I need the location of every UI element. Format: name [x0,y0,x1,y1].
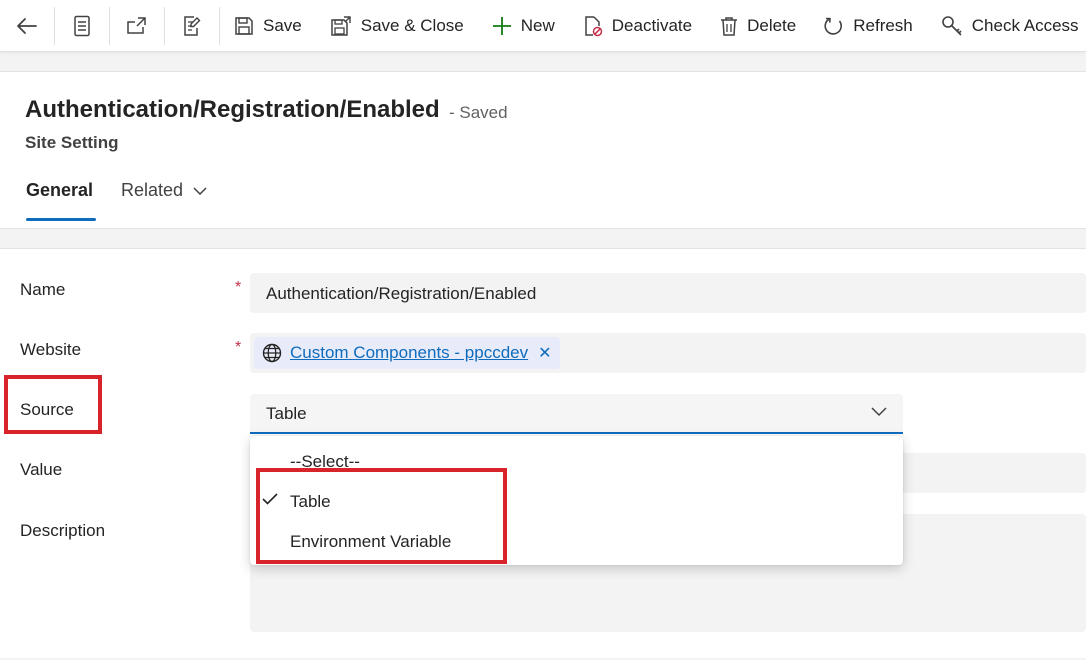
edit-form-button[interactable] [165,0,219,51]
website-link[interactable]: Custom Components - ppccdev [290,343,528,363]
save-button[interactable]: Save [220,0,316,51]
name-value: Authentication/Registration/Enabled [266,284,537,303]
website-lookup-tag: Custom Components - ppccdev ✕ [254,337,560,369]
check-access-label: Check Access [971,15,1079,35]
tab-related[interactable]: Related [121,180,207,201]
value-label: Value [20,460,63,479]
required-indicator: * [235,339,242,356]
deactivate-label: Deactivate [611,15,693,35]
record-title: Authentication/Registration/Enabled [25,96,440,123]
selected-tab-indicator [26,218,96,221]
tab-related-label: Related [121,180,184,200]
name-field[interactable]: Authentication/Registration/Enabled [250,273,1086,313]
save-and-close-button[interactable]: Save & Close [316,0,478,51]
globe-icon [262,343,282,363]
save-and-close-label: Save & Close [360,15,464,35]
record-header: Authentication/Registration/Enabled - Sa… [0,71,1086,229]
deactivate-button[interactable]: Deactivate [569,0,706,51]
entity-name: Site Setting [25,133,119,152]
refresh-icon [824,17,843,35]
delete-button[interactable]: Delete [706,0,810,51]
name-label: Name [20,280,66,299]
chevron-down-icon [871,407,887,417]
options-highlight [256,468,507,564]
delete-label: Delete [747,15,797,35]
arrow-left-icon [17,17,37,34]
refresh-button[interactable]: Refresh [810,0,927,51]
new-label: New [520,15,555,35]
check-access-button[interactable]: Check Access [927,0,1086,51]
tab-general[interactable]: General [26,180,93,201]
plus-icon [492,16,511,35]
source-select[interactable]: Table [250,394,903,434]
website-lookup-field[interactable]: Custom Components - ppccdev ✕ [250,333,1086,373]
save-label: Save [263,15,302,35]
form-icon [74,15,90,36]
deactivate-icon [585,15,603,36]
key-icon [941,15,962,36]
save-status: - Saved [449,103,508,122]
remove-lookup-icon[interactable]: ✕ [538,343,551,363]
description-label: Description [20,521,106,540]
command-bar: Save Save & Close New Deactivate Delete … [0,0,1086,52]
save-icon [235,16,253,35]
edit-form-icon [184,15,201,36]
chevron-down-icon [193,186,207,195]
save-and-close-icon [331,15,351,36]
source-selected-value: Table [266,404,307,423]
new-button[interactable]: New [478,0,569,51]
open-in-new-window-icon [127,16,146,34]
required-indicator: * [235,279,242,296]
website-label: Website [20,340,82,359]
trash-icon [721,16,738,36]
form-selector-button[interactable] [55,0,109,51]
refresh-label: Refresh [853,15,913,35]
open-in-new-window-button[interactable] [110,0,164,51]
source-label-highlight [4,375,102,434]
back-button[interactable] [0,0,54,51]
